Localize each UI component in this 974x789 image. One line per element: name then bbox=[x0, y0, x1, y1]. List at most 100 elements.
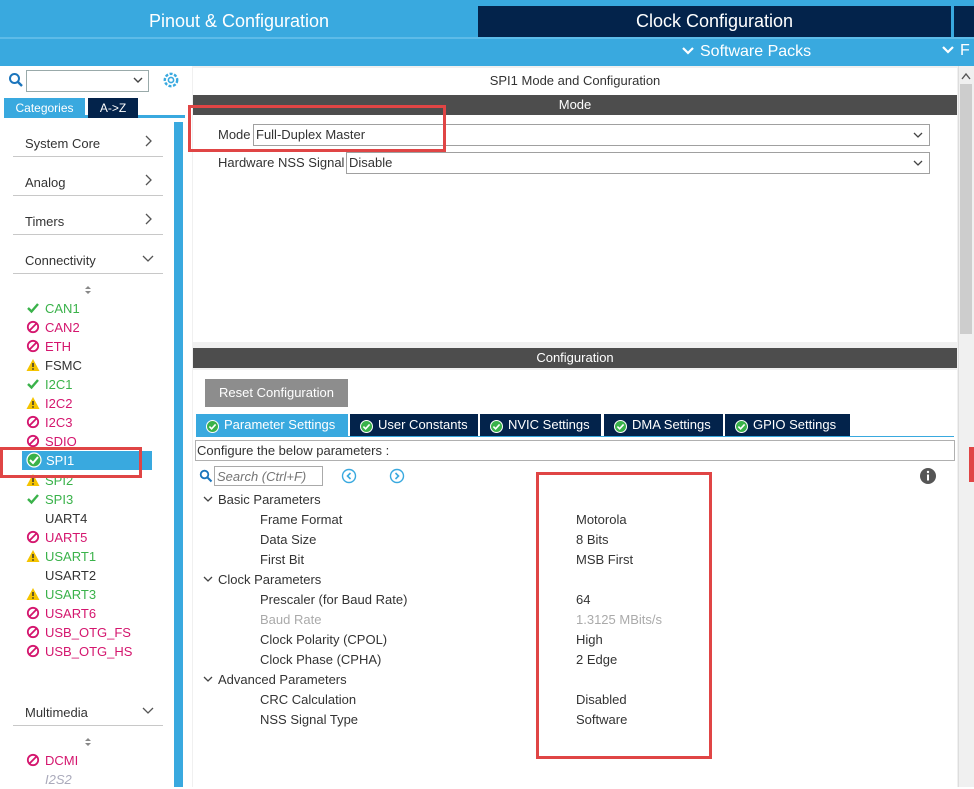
blocked-icon bbox=[26, 625, 40, 639]
left-tabbar: Categories A->Z bbox=[4, 98, 185, 118]
peripheral-label: I2C3 bbox=[45, 415, 73, 430]
left-panel: Categories A->Z System Core Analog Timer… bbox=[0, 66, 185, 787]
pinout-menu-fragment[interactable]: F bbox=[942, 41, 970, 61]
tab-parameter-settings[interactable]: Parameter Settings bbox=[196, 414, 348, 436]
hardware-nss-value: Disable bbox=[349, 155, 393, 170]
tab-label: User Constants bbox=[378, 417, 468, 432]
info-icon[interactable] bbox=[919, 467, 937, 485]
blocked-icon bbox=[26, 644, 40, 658]
category-timers[interactable]: Timers bbox=[13, 209, 163, 235]
peripheral-usb-otg-hs[interactable]: USB_OTG_HS bbox=[26, 642, 132, 661]
check-circle-icon bbox=[490, 418, 503, 433]
left-scrollbar[interactable] bbox=[174, 122, 183, 787]
peripheral-search-combo[interactable] bbox=[26, 70, 149, 92]
blocked-icon bbox=[26, 320, 40, 334]
sort-icon[interactable] bbox=[83, 284, 93, 296]
scrollbar-thumb[interactable] bbox=[960, 84, 972, 334]
category-label: Timers bbox=[25, 214, 65, 229]
hardware-nss-select[interactable]: Disable bbox=[346, 152, 930, 174]
peripheral-uart5[interactable]: UART5 bbox=[26, 528, 87, 547]
chevron-down-icon bbox=[913, 128, 923, 142]
peripheral-usart3[interactable]: USART3 bbox=[26, 585, 96, 604]
warning-icon bbox=[26, 549, 40, 563]
peripheral-i2c1[interactable]: I2C1 bbox=[26, 375, 72, 394]
chevron-down-icon[interactable] bbox=[132, 73, 144, 90]
peripheral-label: I2S2 bbox=[45, 772, 72, 787]
peripheral-label: USART2 bbox=[45, 568, 97, 583]
check-icon bbox=[26, 492, 40, 506]
peripheral-eth[interactable]: ETH bbox=[26, 337, 71, 356]
peripheral-dcmi[interactable]: DCMI bbox=[26, 751, 78, 770]
search-previous-icon[interactable] bbox=[341, 468, 357, 484]
blocked-icon bbox=[26, 434, 40, 448]
chevron-down-icon bbox=[682, 41, 694, 61]
reset-configuration-button[interactable]: Reset Configuration bbox=[205, 379, 348, 407]
peripheral-i2c3[interactable]: I2C3 bbox=[26, 413, 72, 432]
peripheral-can2[interactable]: CAN2 bbox=[26, 318, 80, 337]
check-circle-icon bbox=[206, 418, 219, 433]
warning-icon bbox=[26, 396, 40, 410]
scroll-up-icon[interactable] bbox=[960, 70, 972, 80]
peripheral-usart1[interactable]: USART1 bbox=[26, 547, 96, 566]
parameter-search-input[interactable] bbox=[214, 466, 323, 486]
check-icon bbox=[26, 377, 40, 391]
group-clock-parameters[interactable]: Clock Parameters bbox=[203, 570, 321, 590]
peripheral-i2s2[interactable]: I2S2 bbox=[45, 770, 72, 789]
chevron-down-icon bbox=[203, 670, 213, 682]
param-nss-signal-type: NSS Signal Type bbox=[260, 712, 359, 727]
group-label: Clock Parameters bbox=[218, 572, 322, 587]
tab-clock-configuration[interactable]: Clock Configuration bbox=[478, 6, 951, 37]
category-system-core[interactable]: System Core bbox=[13, 131, 163, 157]
group-advanced-parameters[interactable]: Advanced Parameters bbox=[203, 670, 347, 690]
tab-gpio-settings[interactable]: GPIO Settings bbox=[725, 414, 850, 436]
peripheral-label: UART5 bbox=[45, 530, 88, 545]
chevron-down-icon bbox=[203, 570, 213, 582]
peripheral-uart4[interactable]: UART4 bbox=[45, 509, 87, 528]
peripheral-usart6[interactable]: USART6 bbox=[26, 604, 96, 623]
chevron-right-icon bbox=[141, 172, 155, 188]
peripheral-usart2[interactable]: USART2 bbox=[45, 566, 96, 585]
check-circle-icon bbox=[614, 418, 627, 433]
tab-categories[interactable]: Categories bbox=[4, 98, 85, 118]
search-icon bbox=[8, 72, 24, 88]
tab-user-constants[interactable]: User Constants bbox=[350, 414, 478, 436]
category-label: System Core bbox=[25, 136, 101, 151]
sort-icon[interactable] bbox=[83, 736, 93, 748]
group-basic-parameters[interactable]: Basic Parameters bbox=[203, 490, 321, 510]
param-prescaler: Prescaler (for Baud Rate) bbox=[260, 592, 408, 607]
warning-icon bbox=[26, 358, 40, 372]
chevron-right-icon bbox=[141, 133, 155, 149]
peripheral-can1[interactable]: CAN1 bbox=[26, 299, 80, 318]
software-packs-menu[interactable]: Software Packs bbox=[682, 41, 811, 61]
peripheral-usb-otg-fs[interactable]: USB_OTG_FS bbox=[26, 623, 131, 642]
blocked-icon bbox=[26, 606, 40, 620]
param-frame-format: Frame Format bbox=[260, 512, 343, 527]
param-clock-polarity: Clock Polarity (CPOL) bbox=[260, 632, 388, 647]
category-label: Multimedia bbox=[25, 705, 88, 720]
annotation-highlight-values bbox=[536, 472, 712, 759]
peripheral-spi3[interactable]: SPI3 bbox=[26, 490, 73, 509]
chevron-down-icon bbox=[141, 702, 155, 718]
peripheral-fsmc[interactable]: FSMC bbox=[26, 356, 82, 375]
category-connectivity[interactable]: Connectivity bbox=[13, 248, 163, 274]
tab-label: GPIO Settings bbox=[753, 417, 837, 432]
check-icon bbox=[26, 301, 40, 315]
tab-overflow[interactable] bbox=[954, 6, 974, 37]
check-circle-icon bbox=[360, 418, 373, 433]
mode-section-title: SPI1 Mode and Configuration bbox=[489, 73, 661, 88]
tab-a-to-z[interactable]: A->Z bbox=[88, 98, 138, 118]
search-icon bbox=[199, 469, 213, 483]
chevron-down-icon bbox=[203, 490, 213, 502]
tab-nvic-settings[interactable]: NVIC Settings bbox=[480, 414, 601, 436]
header-divider bbox=[0, 37, 974, 39]
gear-icon[interactable] bbox=[161, 70, 181, 90]
tab-pinout-configuration[interactable]: Pinout & Configuration bbox=[3, 6, 475, 37]
category-analog[interactable]: Analog bbox=[13, 170, 163, 196]
search-next-icon[interactable] bbox=[389, 468, 405, 484]
hardware-nss-label: Hardware NSS Signal bbox=[218, 155, 345, 170]
tab-label: DMA Settings bbox=[632, 417, 711, 432]
category-multimedia[interactable]: Multimedia bbox=[13, 700, 163, 726]
tab-dma-settings[interactable]: DMA Settings bbox=[604, 414, 723, 436]
param-crc-calculation: CRC Calculation bbox=[260, 692, 357, 707]
peripheral-i2c2[interactable]: I2C2 bbox=[26, 394, 72, 413]
